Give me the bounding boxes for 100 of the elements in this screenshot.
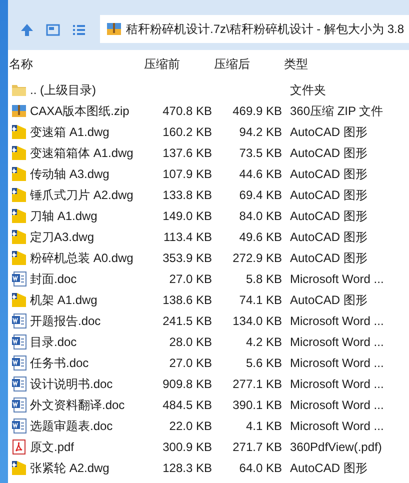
file-name[interactable]: 原文.pdf <box>30 438 74 456</box>
drawing-file-icon <box>11 144 27 160</box>
original-size: 27.0 KB <box>169 272 212 286</box>
original-size: 160.2 KB <box>162 124 212 138</box>
original-size: 27.0 KB <box>169 356 212 370</box>
word-document-icon <box>11 312 27 328</box>
file-name[interactable]: 选题审题表.doc <box>30 416 113 434</box>
up-arrow-icon[interactable] <box>20 23 34 37</box>
compressed-size: 84.0 KB <box>239 208 282 222</box>
compressed-size: 74.1 KB <box>239 292 282 306</box>
original-size: 107.9 KB <box>162 166 212 180</box>
file-type: AutoCAD 图形 <box>290 230 368 244</box>
file-name[interactable]: 张紧轮 A2.dwg <box>30 458 110 476</box>
column-header[interactable]: 压缩前 <box>144 55 214 73</box>
compressed-size: 73.5 KB <box>239 146 282 160</box>
file-name[interactable]: 封面.doc <box>30 270 77 288</box>
original-size: 22.0 KB <box>169 418 212 432</box>
file-name[interactable]: CAXA版本图纸.zip <box>30 102 130 120</box>
original-size: 28.0 KB <box>169 334 212 348</box>
word-document-icon <box>11 396 27 412</box>
compressed-size: 271.7 KB <box>232 440 282 454</box>
compressed-size: 272.9 KB <box>232 250 282 264</box>
file-name[interactable]: 粉碎机总装 A0.dwg <box>30 248 134 266</box>
file-type: AutoCAD 图形 <box>290 188 368 202</box>
compressed-size: 5.6 KB <box>246 356 282 370</box>
original-size: 909.8 KB <box>162 376 212 390</box>
column-header[interactable]: 压缩后 <box>214 55 284 73</box>
file-name[interactable]: 目录.doc <box>30 332 77 350</box>
compressed-size: 390.1 KB <box>232 398 282 412</box>
drawing-file-icon <box>11 460 27 476</box>
compressed-size: 44.6 KB <box>239 166 282 180</box>
file-name[interactable]: 机架 A1.dwg <box>30 290 98 308</box>
column-header[interactable]: 名称 <box>8 55 144 73</box>
file-name[interactable]: 变速箱 A1.dwg <box>30 122 110 140</box>
drawing-file-icon <box>11 228 27 244</box>
original-size: 149.0 KB <box>162 208 212 222</box>
file-type: Microsoft Word ... <box>290 314 384 328</box>
word-document-icon <box>11 418 27 434</box>
original-size: 300.9 KB <box>162 440 212 454</box>
drawing-file-icon <box>11 186 27 202</box>
file-type: Microsoft Word ... <box>290 356 384 370</box>
archive-icon <box>11 102 27 118</box>
file-name[interactable]: 外文资料翻译.doc <box>30 396 125 414</box>
file-type: Microsoft Word ... <box>290 418 384 432</box>
file-type: 文件夹 <box>290 82 326 96</box>
file-name[interactable]: 开题报告.doc <box>30 312 101 330</box>
compressed-size: 4.2 KB <box>246 334 282 348</box>
compressed-size: 64.0 KB <box>239 460 282 474</box>
file-name[interactable]: 传动轴 A3.dwg <box>30 164 110 182</box>
file-type: AutoCAD 图形 <box>290 292 368 306</box>
file-name[interactable]: 设计说明书.doc <box>30 374 113 392</box>
compressed-size: 49.6 KB <box>239 230 282 244</box>
compressed-size: 94.2 KB <box>239 124 282 138</box>
file-name[interactable]: 刀轴 A1.dwg <box>30 206 98 224</box>
file-name[interactable]: 任务书.doc <box>30 354 89 372</box>
compressed-size: 4.1 KB <box>246 418 282 432</box>
window-view-icon[interactable] <box>46 23 60 37</box>
file-type: AutoCAD 图形 <box>290 146 368 160</box>
file-name[interactable]: 锤爪式刀片 A2.dwg <box>30 186 134 204</box>
pdf-file-icon <box>11 438 27 454</box>
word-document-icon <box>11 354 27 370</box>
file-type: AutoCAD 图形 <box>290 166 368 180</box>
file-name[interactable]: .. (上级目录) <box>30 80 96 98</box>
original-size: 353.9 KB <box>162 250 212 264</box>
file-type: Microsoft Word ... <box>290 272 384 286</box>
drawing-file-icon <box>11 292 27 308</box>
address-path: 秸秆粉碎机设计.7z\秸秆粉碎机设计 - 解包大小为 3.8 <box>126 21 404 38</box>
compressed-size: 469.9 KB <box>232 104 282 118</box>
file-type: 360压缩 ZIP 文件 <box>290 104 384 118</box>
file-type: AutoCAD 图形 <box>290 208 368 222</box>
word-document-icon <box>11 270 27 286</box>
file-type: Microsoft Word ... <box>290 398 384 412</box>
original-size: 470.8 KB <box>162 104 212 118</box>
original-size: 138.6 KB <box>162 292 212 306</box>
file-type: AutoCAD 图形 <box>290 460 368 474</box>
drawing-file-icon <box>11 208 27 224</box>
compressed-size: 5.8 KB <box>246 272 282 286</box>
file-type: Microsoft Word ... <box>290 376 384 390</box>
compressed-size: 69.4 KB <box>239 188 282 202</box>
drawing-file-icon <box>11 166 27 182</box>
address-field[interactable]: 秸秆粉碎机设计.7z\秸秆粉碎机设计 - 解包大小为 3.8 <box>100 15 409 43</box>
file-type: AutoCAD 图形 <box>290 250 368 264</box>
word-document-icon <box>11 334 27 350</box>
column-header[interactable]: 类型 <box>284 55 384 73</box>
word-document-icon <box>11 376 27 392</box>
file-name[interactable]: 定刀A3.dwg <box>30 228 94 246</box>
file-type: AutoCAD 图形 <box>290 124 368 138</box>
original-size: 241.5 KB <box>162 314 212 328</box>
original-size: 128.3 KB <box>162 460 212 474</box>
file-type: Microsoft Word ... <box>290 334 384 348</box>
drawing-file-icon <box>11 124 27 140</box>
list-view-icon[interactable] <box>72 23 86 37</box>
drawing-file-icon <box>11 250 27 266</box>
original-size: 137.6 KB <box>162 146 212 160</box>
file-name[interactable]: 变速箱箱体 A1.dwg <box>30 144 134 162</box>
compressed-size: 134.0 KB <box>232 314 282 328</box>
compressed-size: 277.1 KB <box>232 376 282 390</box>
original-size: 484.5 KB <box>162 398 212 412</box>
original-size: 113.4 KB <box>164 230 212 244</box>
original-size: 133.8 KB <box>162 188 212 202</box>
